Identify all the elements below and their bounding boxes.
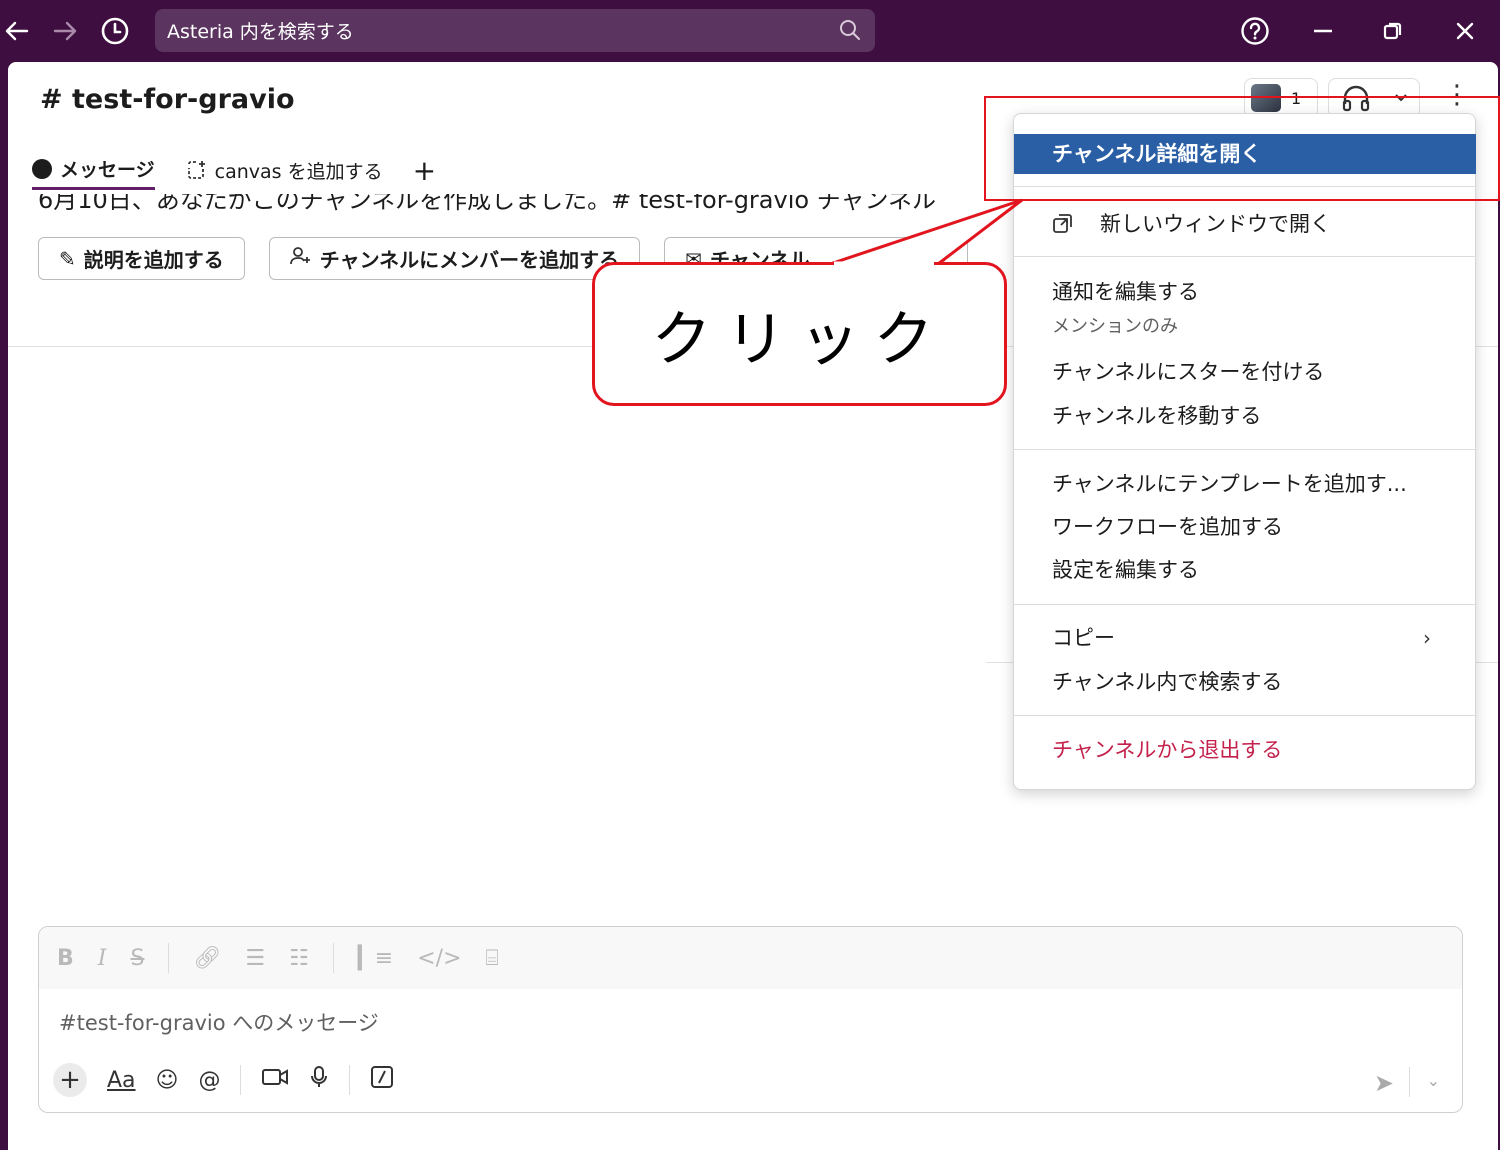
italic-icon[interactable]: I	[98, 946, 107, 971]
send-icon[interactable]: ➤	[1374, 1069, 1394, 1097]
pencil-icon: ✎	[59, 246, 76, 271]
menu-item-copy[interactable]: コピー	[1052, 622, 1115, 652]
notification-status: メンションのみ	[1052, 316, 1178, 337]
toolbar-separator	[349, 1065, 351, 1095]
toolbar-separator	[332, 943, 334, 973]
toolbar-separator	[1409, 1067, 1410, 1097]
minimize-icon[interactable]	[1306, 14, 1340, 48]
menu-divider	[1014, 256, 1476, 257]
help-icon[interactable]	[1238, 14, 1272, 48]
restore-window-icon[interactable]	[1376, 14, 1410, 48]
menu-divider	[1014, 715, 1476, 716]
mention-icon[interactable]: @	[198, 1068, 220, 1093]
microphone-icon[interactable]	[309, 1065, 329, 1095]
annotation-callout: クリック	[592, 262, 1007, 406]
back-arrow-icon[interactable]	[0, 14, 34, 48]
blockquote-icon[interactable]: ▎≡	[358, 946, 393, 971]
menu-item-star-channel[interactable]: チャンネルにスターを付ける	[1052, 356, 1324, 386]
menu-item-open-new-window[interactable]: 新しいウィンドウで開く	[1100, 208, 1331, 238]
add-description-button[interactable]: ✎ 説明を追加する	[38, 237, 245, 280]
message-input[interactable]: #test-for-gravio へのメッセージ	[59, 1007, 379, 1037]
chevron-right-icon: ›	[1423, 626, 1431, 650]
strikethrough-icon[interactable]: S	[130, 946, 144, 971]
top-bar: Asteria 内を検索する	[0, 0, 1500, 62]
add-members-label: チャンネルにメンバーを追加する	[319, 248, 620, 272]
channel-tabs: メッセージ canvas を追加する +	[32, 150, 436, 190]
message-bubble-icon	[32, 158, 52, 179]
close-icon[interactable]	[1448, 14, 1482, 48]
numbered-list-icon[interactable]: ☰	[245, 946, 265, 971]
add-description-label: 説明を追加する	[83, 248, 224, 272]
tab-add-canvas[interactable]: canvas を追加する	[185, 150, 383, 190]
message-composer[interactable]: B I S 🔗︎ ☰ ☷ ▎≡ </> ⌸ #test-for-gravio へ…	[38, 926, 1463, 1113]
search-icon	[840, 20, 860, 40]
attach-plus-icon[interactable]: +	[53, 1063, 87, 1097]
format-toggle-icon[interactable]: Aa	[107, 1068, 136, 1093]
search-input[interactable]: Asteria 内を検索する	[155, 9, 875, 52]
forward-arrow-icon[interactable]	[48, 14, 82, 48]
add-user-icon	[289, 246, 312, 271]
menu-divider	[1014, 604, 1476, 605]
menu-divider	[1014, 449, 1476, 450]
new-window-icon	[1053, 214, 1072, 233]
slash-command-icon[interactable]	[370, 1065, 394, 1095]
history-clock-icon[interactable]	[98, 14, 132, 48]
menu-item-edit-notifications[interactable]: 通知を編集する	[1052, 276, 1199, 306]
menu-item-add-workflow[interactable]: ワークフローを追加する	[1052, 511, 1283, 541]
menu-item-search-channel[interactable]: チャンネル内で検索する	[1052, 666, 1282, 696]
channel-options-menu: チャンネル詳細を開く 新しいウィンドウで開く 通知を編集する メンションのみ チ…	[1013, 113, 1476, 790]
toolbar-separator	[168, 943, 170, 973]
menu-item-edit-settings[interactable]: 設定を編集する	[1052, 554, 1199, 584]
bold-icon[interactable]: B	[57, 946, 74, 971]
composer-actions: + Aa ☺ @	[53, 1063, 394, 1097]
bulleted-list-icon[interactable]: ☷	[289, 946, 309, 971]
video-clip-icon[interactable]	[261, 1066, 289, 1094]
code-icon[interactable]: </>	[417, 946, 461, 971]
tab-messages[interactable]: メッセージ	[32, 150, 155, 190]
tab-messages-label: メッセージ	[60, 159, 155, 181]
menu-item-move-channel[interactable]: チャンネルを移動する	[1052, 400, 1261, 430]
formatting-toolbar: B I S 🔗︎ ☰ ☷ ▎≡ </> ⌸	[39, 927, 1462, 989]
search-placeholder: Asteria 内を検索する	[167, 21, 354, 43]
annotation-highlight-frame	[984, 96, 1500, 201]
emoji-icon[interactable]: ☺	[156, 1068, 179, 1093]
add-members-button[interactable]: チャンネルにメンバーを追加する	[268, 237, 641, 280]
channel-title[interactable]: # test-for-gravio	[40, 84, 295, 115]
tab-canvas-label: canvas を追加する	[214, 160, 383, 183]
menu-item-leave-channel[interactable]: チャンネルから退出する	[1052, 734, 1282, 764]
add-tab-plus-icon[interactable]: +	[413, 154, 436, 187]
link-icon[interactable]: 🔗︎	[193, 946, 221, 971]
canvas-icon	[187, 161, 205, 179]
menu-item-add-template[interactable]: チャンネルにテンプレートを追加す...	[1052, 468, 1407, 498]
toolbar-separator	[240, 1065, 242, 1095]
chevron-down-icon[interactable]: ⌄	[1427, 1071, 1440, 1090]
code-block-icon[interactable]: ⌸	[486, 946, 499, 971]
